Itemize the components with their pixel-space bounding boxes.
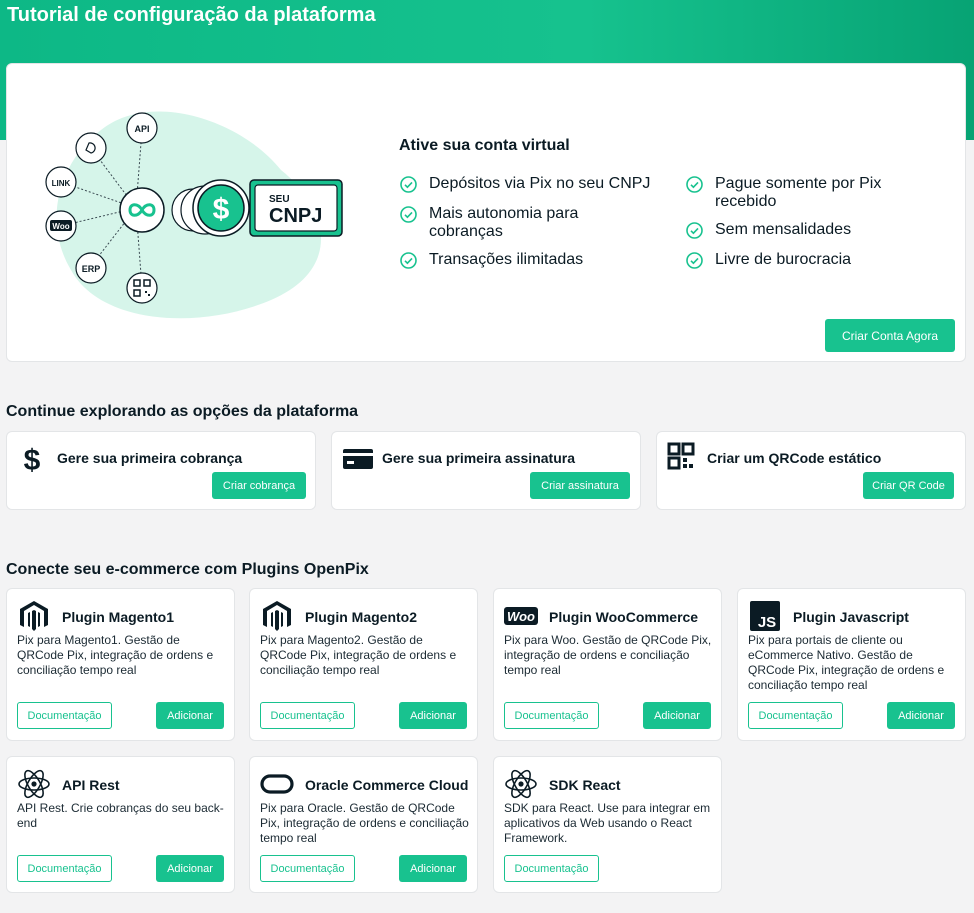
check-circle-icon	[686, 176, 703, 193]
create-qrcode-button[interactable]: Criar QR Code	[863, 472, 954, 499]
plugin-name: Plugin Magento1	[62, 609, 174, 625]
check-circle-icon	[400, 206, 417, 223]
plugin-card-magento2: Plugin Magento2 Pix para Magento2. Gestã…	[249, 588, 478, 741]
plugin-card-oracle: Oracle Commerce Cloud Pix para Oracle. G…	[249, 756, 478, 893]
feature-text: Transações ilimitadas	[429, 251, 584, 268]
feature-text: Depósitos via Pix no seu CNPJ	[429, 175, 651, 192]
documentation-button[interactable]: Documentação	[748, 702, 843, 729]
plugin-description: Pix para Magento1. Gestão de QRCode Pix,…	[17, 633, 214, 677]
quick-action-card-qrcode: Criar um QRCode estático Criar QR Code	[656, 431, 966, 510]
check-circle-icon	[686, 252, 703, 269]
dollar-icon: $	[24, 444, 41, 476]
oracle-icon	[260, 774, 294, 794]
svg-text:$: $	[24, 444, 41, 476]
plugin-description: Pix para Woo. Gestão de QRCode Pix, inte…	[504, 633, 712, 677]
feature-text: Pague somente por Pix recebido	[715, 175, 882, 210]
add-plugin-button[interactable]: Adicionar	[399, 702, 467, 729]
documentation-button[interactable]: Documentação	[260, 855, 355, 882]
plugin-card-sdk-react: SDK React SDK para React. Use para integ…	[493, 756, 722, 893]
dollar-icon: $	[213, 193, 230, 226]
badge-bottom-label: CNPJ	[269, 205, 322, 227]
plugin-name: Oracle Commerce Cloud	[305, 777, 469, 793]
page-title: Tutorial de configuração da plataforma	[7, 4, 376, 26]
create-account-button[interactable]: Criar Conta Agora	[825, 319, 955, 352]
quick-action-label: Criar um QRCode estático	[707, 450, 882, 466]
add-plugin-button[interactable]: Adicionar	[156, 855, 224, 882]
documentation-button[interactable]: Documentação	[17, 702, 112, 729]
plugin-name: API Rest	[62, 777, 120, 793]
plugin-card-woocommerce: Woo Plugin WooCommerce Pix para Woo. Ges…	[493, 588, 722, 741]
documentation-button[interactable]: Documentação	[17, 855, 112, 882]
plugin-card-api-rest: API Rest API Rest. Crie cobranças do seu…	[6, 756, 235, 893]
plugin-name: SDK React	[549, 777, 621, 793]
plugin-description: Pix para Oracle. Gestão de QRCode Pix, i…	[260, 801, 469, 845]
api-node-label: API	[134, 124, 149, 134]
link-node-label: LINK	[52, 179, 71, 188]
hero-heading: Ative sua conta virtual	[399, 137, 570, 154]
plugin-name: Plugin WooCommerce	[549, 609, 699, 625]
feature-item: Depósitos via Pix no seu CNPJ	[400, 175, 670, 193]
documentation-button[interactable]: Documentação	[504, 855, 599, 882]
documentation-button[interactable]: Documentação	[504, 702, 599, 729]
plugin-card-magento1: Plugin Magento1 Pix para Magento1. Gestã…	[6, 588, 235, 741]
add-plugin-button[interactable]: Adicionar	[399, 855, 467, 882]
feature-item: Mais autonomia para cobranças	[400, 205, 640, 241]
explore-section-title: Continue explorando as opções da platafo…	[6, 403, 359, 420]
react-icon	[18, 769, 50, 799]
quick-action-card-charge: $ Gere sua primeira cobrança Criar cobra…	[6, 431, 316, 510]
feature-text: Livre de burocracia	[715, 251, 852, 268]
quick-action-card-subscription: Gere sua primeira assinatura Criar assin…	[331, 431, 641, 510]
svg-text:Woo: Woo	[507, 609, 535, 624]
react-icon	[505, 769, 537, 799]
quick-action-label: Gere sua primeira assinatura	[382, 450, 575, 466]
feature-item: Transações ilimitadas	[400, 251, 640, 269]
plugin-name: Plugin Javascript	[793, 609, 909, 625]
badge-top-label: SEU	[269, 194, 290, 205]
svg-text:JS: JS	[758, 614, 776, 631]
add-plugin-button[interactable]: Adicionar	[156, 702, 224, 729]
woo-node-label: Woo	[52, 222, 69, 231]
erp-node-label: ERP	[82, 264, 101, 274]
magento-icon	[20, 601, 48, 631]
feature-text: Mais autonomia para cobranças	[429, 205, 579, 240]
check-circle-icon	[400, 176, 417, 193]
plugin-description: SDK para React. Use para integrar em apl…	[504, 801, 711, 845]
plugins-section-title: Conecte seu e-commerce com Plugins OpenP…	[6, 561, 369, 578]
plugin-description: Pix para portais de cliente ou eCommerce…	[748, 633, 945, 692]
account-activation-card: API LINK Woo ERP $ SEU CNPJ Ative sua co…	[6, 63, 966, 362]
woocommerce-icon: Woo	[504, 607, 538, 625]
magento-icon	[263, 601, 291, 631]
feature-item: Pague somente por Pix recebido	[686, 175, 916, 211]
feature-item: Sem mensalidades	[686, 221, 916, 239]
plugin-description: API Rest. Crie cobranças do seu back-end	[17, 801, 224, 830]
check-circle-icon	[686, 222, 703, 239]
qrcode-icon	[667, 442, 695, 470]
feature-item: Livre de burocracia	[686, 251, 916, 269]
quick-action-label: Gere sua primeira cobrança	[57, 450, 243, 466]
add-plugin-button[interactable]: Adicionar	[887, 702, 955, 729]
create-subscription-button[interactable]: Criar assinatura	[530, 472, 630, 499]
plugin-name: Plugin Magento2	[305, 609, 417, 625]
add-plugin-button[interactable]: Adicionar	[643, 702, 711, 729]
create-charge-button[interactable]: Criar cobrança	[212, 472, 306, 499]
plugin-card-javascript: JS Plugin Javascript Pix para portais de…	[737, 588, 966, 741]
javascript-icon: JS	[750, 601, 780, 631]
check-circle-icon	[400, 252, 417, 269]
documentation-button[interactable]: Documentação	[260, 702, 355, 729]
credit-card-icon	[343, 449, 373, 469]
platform-illustration: API LINK Woo ERP $ SEU CNPJ	[45, 111, 343, 319]
feature-text: Sem mensalidades	[715, 221, 852, 238]
plugin-description: Pix para Magento2. Gestão de QRCode Pix,…	[260, 633, 457, 677]
